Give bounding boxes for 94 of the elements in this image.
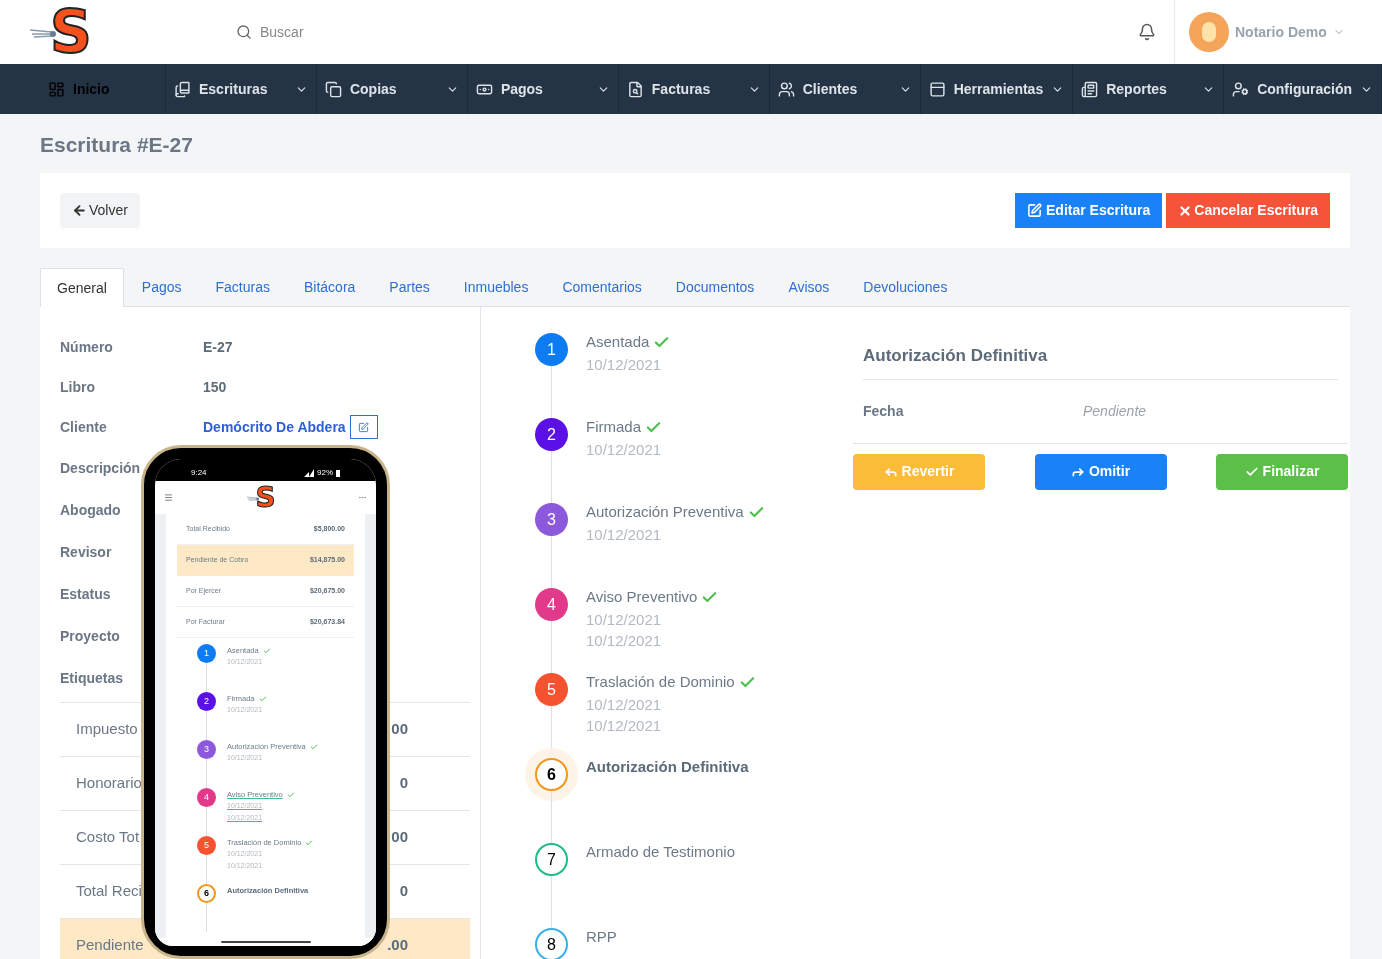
tab[interactable]: Documentos bbox=[659, 268, 771, 306]
tab[interactable]: Inmuebles bbox=[447, 268, 545, 306]
detail-label: Libro bbox=[60, 379, 95, 395]
nav-item[interactable]: Escrituras bbox=[166, 64, 317, 114]
detail-label: Descripción bbox=[60, 460, 141, 476]
page-title: Escritura #E-27 bbox=[40, 132, 194, 158]
nav-icon bbox=[1232, 80, 1250, 98]
totals-amount: 00 bbox=[391, 719, 409, 740]
field-label: Fecha bbox=[863, 401, 905, 421]
tab[interactable]: Bitácora bbox=[288, 268, 372, 306]
totals-amount: 0 bbox=[399, 881, 409, 902]
check-icon bbox=[286, 790, 295, 799]
step-date: 10/12/2021 bbox=[586, 609, 663, 630]
step-panel-title: Autorización Definitiva bbox=[863, 343, 1338, 380]
detail-label: Proyecto bbox=[60, 628, 120, 644]
nav-item[interactable]: Pagos bbox=[467, 64, 619, 114]
step-date: 10/12/2021 bbox=[586, 715, 663, 736]
logo: S bbox=[245, 482, 286, 513]
edit-button[interactable]: Editar Escritura bbox=[1015, 193, 1163, 228]
step-title: Aviso Preventivo bbox=[586, 587, 698, 607]
more-icon[interactable] bbox=[358, 493, 367, 502]
step-date: 10/12/2021 bbox=[586, 439, 662, 460]
step-title: RPP bbox=[586, 927, 617, 947]
user-name: Notario Demo bbox=[1235, 22, 1327, 42]
step-title: Autorización Definitiva bbox=[586, 757, 749, 777]
check-icon bbox=[305, 838, 314, 847]
finish-button[interactable]: Finalizar bbox=[1216, 453, 1348, 490]
nav-item[interactable]: Clientes bbox=[769, 64, 921, 114]
nav-icon bbox=[324, 80, 342, 98]
tab[interactable]: Partes bbox=[373, 268, 446, 306]
detail-label: Abogado bbox=[60, 502, 121, 518]
step-title: Autorización Preventiva bbox=[586, 502, 744, 522]
avatar bbox=[1189, 12, 1229, 52]
check-icon bbox=[262, 646, 271, 655]
signal-icon bbox=[304, 469, 314, 477]
totals-amount: 0 bbox=[399, 773, 409, 794]
status-time: 9:24 bbox=[191, 467, 207, 479]
battery-level: 92% bbox=[317, 467, 333, 479]
tab[interactable]: Avisos bbox=[772, 268, 846, 306]
check-icon bbox=[309, 742, 318, 751]
tab[interactable]: Comentarios bbox=[546, 268, 658, 306]
tab[interactable]: Devoluciones bbox=[847, 268, 964, 306]
step-title: Armado de Testimonio bbox=[586, 842, 735, 862]
detail-label: Revisor bbox=[60, 544, 112, 560]
close-icon bbox=[1178, 203, 1193, 218]
logo: S bbox=[28, 4, 96, 60]
tab[interactable]: General bbox=[40, 268, 124, 307]
detail-label: Etiquetas bbox=[60, 670, 123, 686]
edit-icon bbox=[1027, 203, 1042, 218]
tab[interactable]: Facturas bbox=[199, 268, 286, 306]
detail-value: 150 bbox=[203, 377, 227, 397]
client-link[interactable]: Demócrito De Abdera bbox=[203, 416, 346, 438]
tab[interactable]: Pagos bbox=[125, 268, 198, 306]
totals-label: Impuesto bbox=[76, 719, 138, 740]
nav-icon bbox=[48, 80, 65, 98]
field-value: Pendiente bbox=[1083, 401, 1147, 421]
check-icon bbox=[258, 694, 267, 703]
back-button[interactable]: Volver bbox=[60, 193, 140, 228]
totals-label: Total Reci bbox=[76, 881, 142, 902]
step-title: Firmada bbox=[586, 417, 641, 437]
nav-item[interactable]: Herramientas bbox=[920, 64, 1074, 114]
nav-icon bbox=[777, 80, 795, 98]
nav-icon bbox=[626, 80, 644, 98]
nav-item[interactable]: Reportes bbox=[1073, 64, 1225, 114]
search-field[interactable]: Buscar bbox=[260, 21, 441, 43]
detail-label: Cliente bbox=[60, 419, 107, 435]
edit-client-button[interactable] bbox=[349, 415, 378, 439]
totals-label: Pendiente bbox=[76, 935, 144, 956]
search-icon bbox=[236, 24, 252, 40]
nav-icon bbox=[928, 80, 946, 98]
totals-label: Costo Tot bbox=[76, 827, 140, 848]
totals-amount: 00 bbox=[391, 827, 409, 848]
nav-icon bbox=[174, 80, 191, 98]
nav-item[interactable]: Facturas bbox=[618, 64, 770, 114]
step-date: 10/12/2021 bbox=[586, 524, 663, 545]
step-title: Traslación de Dominio bbox=[586, 672, 735, 692]
menu-icon[interactable] bbox=[164, 493, 173, 502]
skip-button[interactable]: Omitir bbox=[1034, 453, 1167, 490]
cancel-button[interactable]: Cancelar Escritura bbox=[1166, 193, 1330, 228]
nav-icon bbox=[1081, 80, 1099, 98]
nav-item[interactable]: Copias bbox=[316, 64, 468, 114]
step-date: 10/12/2021 bbox=[586, 630, 663, 651]
step-date: 10/12/2021 bbox=[586, 354, 663, 375]
detail-label: Estatus bbox=[60, 586, 111, 602]
detail-value: E-27 bbox=[203, 337, 233, 357]
step-title: Asentada bbox=[586, 332, 650, 352]
step-date: 10/12/2021 bbox=[586, 694, 663, 715]
totals-amount: .00 bbox=[387, 935, 409, 956]
battery-icon bbox=[336, 469, 340, 477]
notification-bell-icon[interactable] bbox=[1138, 23, 1156, 41]
nav-item[interactable]: Configuración bbox=[1224, 64, 1382, 114]
edit-icon bbox=[358, 421, 370, 433]
totals-label: Honorario bbox=[76, 773, 142, 794]
detail-label: Número bbox=[60, 339, 113, 355]
